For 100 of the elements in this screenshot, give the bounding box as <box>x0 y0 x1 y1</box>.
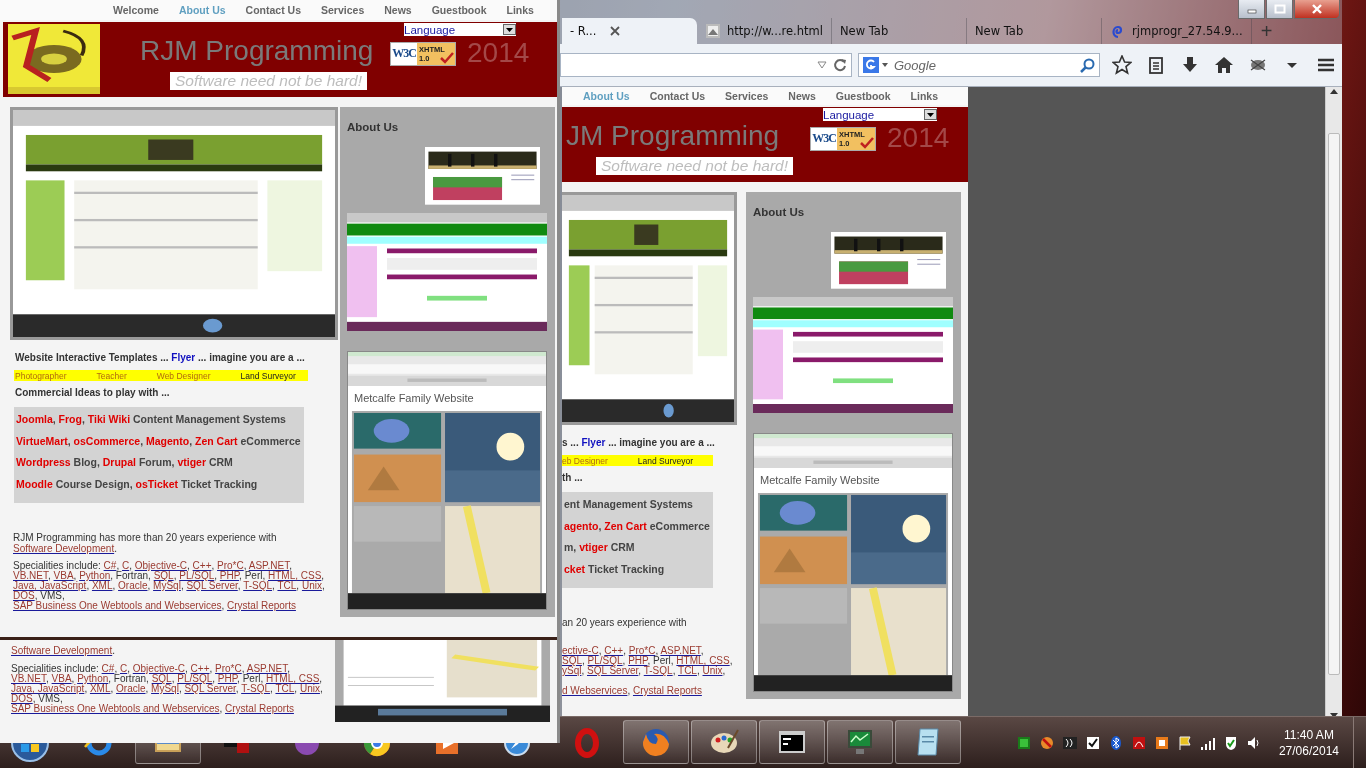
link[interactable]: Crystal Reports <box>227 600 296 611</box>
signal-icon[interactable] <box>1199 735 1216 751</box>
maximize-button[interactable] <box>1266 0 1293 19</box>
minimize-button[interactable] <box>1238 0 1265 19</box>
browser-tab[interactable]: - R... <box>562 18 697 44</box>
specialities-text: Specialities include: C#, C, Objective-C, C++, Pro*C, ASP.NET, VB.NET, VBA, Python, Fortran, SQL, PL/SQL, PHP, Perl, HTML, CSS, Java, JavaScript, XML, Oracle, MySql, SQL Server, T-SQL, TCL, Unix, DOS, VMS, SAP Business One Webtools and Webservices, Crystal Reports <box>12 561 325 611</box>
link[interactable]: C# <box>101 663 115 674</box>
link[interactable]: ective-C <box>562 645 599 656</box>
link[interactable]: DOS <box>11 693 33 704</box>
link[interactable]: PHP <box>217 673 238 684</box>
link[interactable]: HTML, CSS <box>676 655 730 666</box>
link[interactable]: C <box>121 560 130 571</box>
link[interactable]: Unix <box>301 580 322 591</box>
search-icon[interactable] <box>1080 57 1095 73</box>
link[interactable]: ASP.NET <box>246 663 288 674</box>
search-engine-icon[interactable] <box>863 56 889 74</box>
year-text: 2014 <box>467 36 530 70</box>
link[interactable]: SQL <box>153 570 174 581</box>
link[interactable]: MySql <box>153 580 181 591</box>
link[interactable]: Unix <box>299 683 320 694</box>
link[interactable]: VBA <box>51 673 72 684</box>
no-entry-icon[interactable] <box>1038 735 1055 751</box>
role-link[interactable]: Web Designer <box>156 370 211 381</box>
dropdown-icon[interactable] <box>817 61 827 69</box>
link[interactable]: C# <box>103 560 117 571</box>
taskbar-button[interactable] <box>759 720 825 764</box>
nav-link[interactable]: News <box>788 90 816 102</box>
flag-icon[interactable] <box>1176 735 1193 751</box>
link[interactable]: ASP.NET <box>248 560 290 571</box>
link[interactable]: VB.NET <box>11 673 46 684</box>
caret-icon[interactable] <box>924 109 937 120</box>
close-button[interactable] <box>1294 0 1340 19</box>
language-select[interactable]: Language <box>404 23 516 36</box>
nav-link[interactable]: News <box>384 4 412 16</box>
link[interactable]: TCL <box>678 665 697 676</box>
nav-link[interactable]: Guestbook <box>835 90 891 102</box>
ideas-heading: Commercial Ideas to play with ... <box>14 387 170 399</box>
role-link[interactable]: eb Designer <box>562 455 608 466</box>
link[interactable]: SQL <box>562 655 582 666</box>
globe-icon <box>640 726 672 758</box>
role-link[interactable]: Land Surveyor <box>637 455 694 466</box>
role-link[interactable]: Land Surveyor <box>240 370 296 381</box>
home-icon[interactable] <box>1214 55 1234 75</box>
taskbar-button[interactable] <box>895 720 961 764</box>
caret-icon[interactable] <box>503 24 516 35</box>
close-icon[interactable] <box>610 26 621 36</box>
nav-link[interactable]: Links <box>506 4 534 16</box>
link[interactable]: DOS <box>13 590 35 601</box>
arrow-up-icon[interactable] <box>1329 87 1339 97</box>
logo-icon <box>8 24 100 94</box>
link[interactable]: Oracle <box>118 580 148 591</box>
nav-link[interactable]: Guestbook <box>431 4 487 16</box>
search-bar[interactable]: Google <box>858 53 1100 77</box>
reload-icon[interactable] <box>833 58 847 72</box>
address-field[interactable] <box>560 53 852 77</box>
link[interactable]: SQL Server <box>186 580 238 591</box>
link[interactable]: XML <box>89 683 111 694</box>
role-link[interactable]: Teacher <box>96 370 127 381</box>
nav-link[interactable]: Links <box>910 90 939 102</box>
link[interactable]: SQL <box>151 673 172 684</box>
link[interactable]: ASP.NET <box>660 645 701 656</box>
nav-link[interactable]: Services <box>725 90 769 102</box>
link[interactable]: Oracle <box>116 683 146 694</box>
idea-text: Joomla, Frog, Tiki Wiki Content Management Systems <box>16 412 287 427</box>
link[interactable]: PL/SQL <box>587 655 623 666</box>
link[interactable]: PHP <box>628 655 648 666</box>
clipboard-icon[interactable] <box>1146 55 1166 75</box>
link[interactable]: XML <box>91 580 113 591</box>
language-select[interactable]: Language <box>823 108 937 121</box>
link[interactable]: Crystal Reports <box>632 685 702 696</box>
link[interactable]: VBA <box>53 570 74 581</box>
taskbar-button[interactable] <box>691 720 757 764</box>
check-box-icon[interactable] <box>1084 735 1101 751</box>
link[interactable]: PHP <box>219 570 240 581</box>
role-link[interactable]: Photographer <box>15 370 67 381</box>
idea-text: cket Ticket Tracking <box>564 561 666 577</box>
link[interactable]: Pro*C <box>215 663 242 674</box>
nav-link[interactable]: Contact Us <box>245 4 302 16</box>
link[interactable]: SQL Server <box>587 665 639 676</box>
bookmark-star-icon[interactable] <box>1112 55 1132 75</box>
link[interactable]: C++ <box>190 663 210 674</box>
nav-link[interactable]: Contact Us <box>649 90 706 102</box>
link[interactable]: Pro*C <box>628 645 656 656</box>
link[interactable]: C <box>119 663 128 674</box>
link[interactable]: Pro*C <box>217 560 244 571</box>
link[interactable]: Objective-C <box>134 560 187 571</box>
link[interactable]: SQL Server <box>184 683 236 694</box>
link[interactable]: MySql <box>151 683 179 694</box>
link[interactable]: Objective-C <box>132 663 185 674</box>
link[interactable]: C++ <box>604 645 624 656</box>
nav-link[interactable]: Welcome <box>113 4 159 16</box>
speaker-icon[interactable] <box>1245 735 1262 751</box>
link[interactable]: VB.NET <box>13 570 48 581</box>
link[interactable]: Unix <box>702 665 723 676</box>
grid-icon[interactable] <box>1015 735 1032 751</box>
nav-link[interactable]: Services <box>321 4 365 16</box>
wave-icon[interactable] <box>1061 735 1078 751</box>
box-icon[interactable] <box>1153 735 1170 751</box>
link[interactable]: Crystal Reports <box>225 703 294 714</box>
link[interactable]: C++ <box>192 560 212 571</box>
